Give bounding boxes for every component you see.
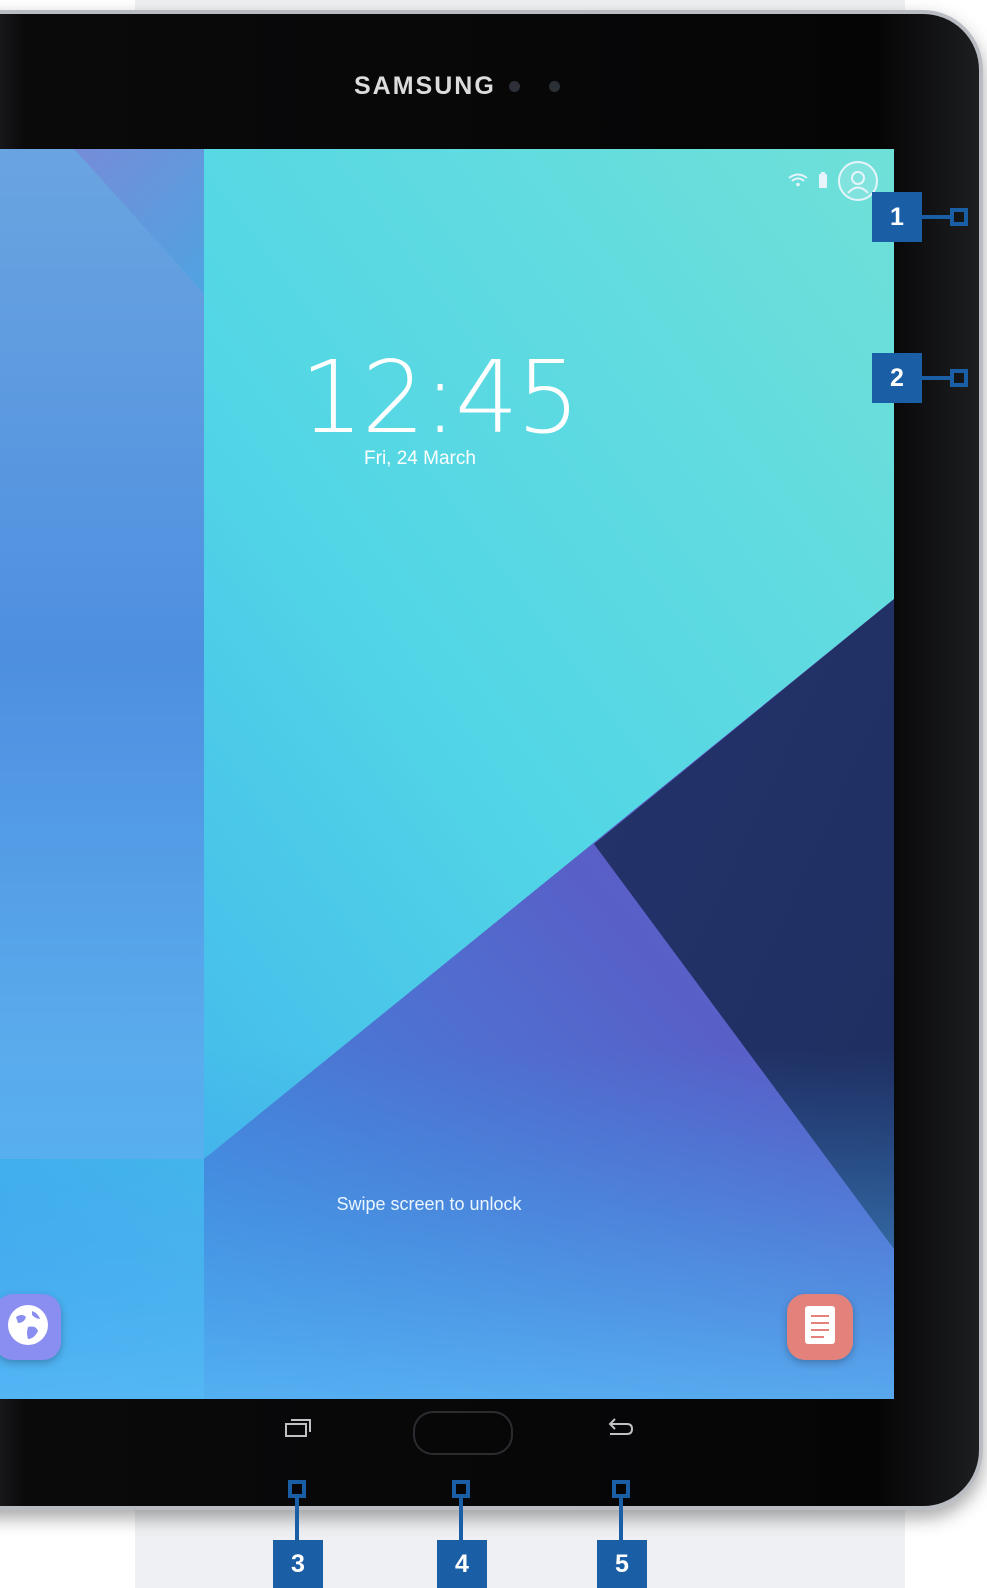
callout-4-marker (452, 1480, 470, 1498)
back-button[interactable] (605, 1416, 635, 1445)
callout-3-marker (288, 1480, 306, 1498)
internet-shortcut[interactable] (0, 1294, 61, 1360)
clock-date: Fri, 24 March (364, 448, 476, 469)
home-button[interactable] (413, 1411, 513, 1455)
tablet-frame: SAMSUNG 12:45 Fri, 24 March Swipe screen… (0, 10, 983, 1510)
notes-shortcut[interactable] (787, 1294, 853, 1360)
callout-1-line (922, 215, 950, 219)
brand-logo: SAMSUNG (354, 72, 496, 100)
proximity-sensor (549, 81, 560, 92)
globe-icon (6, 1303, 50, 1352)
status-bar (788, 161, 878, 201)
wifi-icon (788, 173, 808, 190)
callout-4: 4 (437, 1540, 487, 1588)
callout-1: 1 (872, 192, 922, 242)
lock-screen[interactable]: 12:45 Fri, 24 March Swipe screen to unlo… (0, 149, 894, 1399)
back-icon (605, 1418, 635, 1444)
unlock-hint: Swipe screen to unlock (336, 1194, 522, 1214)
callout-2: 2 (872, 353, 922, 403)
front-camera (509, 81, 520, 92)
recent-apps-button[interactable] (283, 1416, 313, 1445)
callout-5-line (619, 1498, 623, 1540)
callout-5-marker (612, 1480, 630, 1498)
callout-5: 5 (597, 1540, 647, 1588)
callout-4-line (459, 1498, 463, 1540)
recent-apps-icon (283, 1419, 313, 1444)
callout-2-line (922, 376, 950, 380)
callout-3: 3 (273, 1540, 323, 1588)
clock-time: 12:45 (300, 339, 580, 456)
callout-1-marker (950, 208, 968, 226)
notes-icon (800, 1303, 840, 1352)
battery-icon (818, 171, 828, 191)
callout-3-line (295, 1498, 299, 1540)
callout-2-marker (950, 369, 968, 387)
